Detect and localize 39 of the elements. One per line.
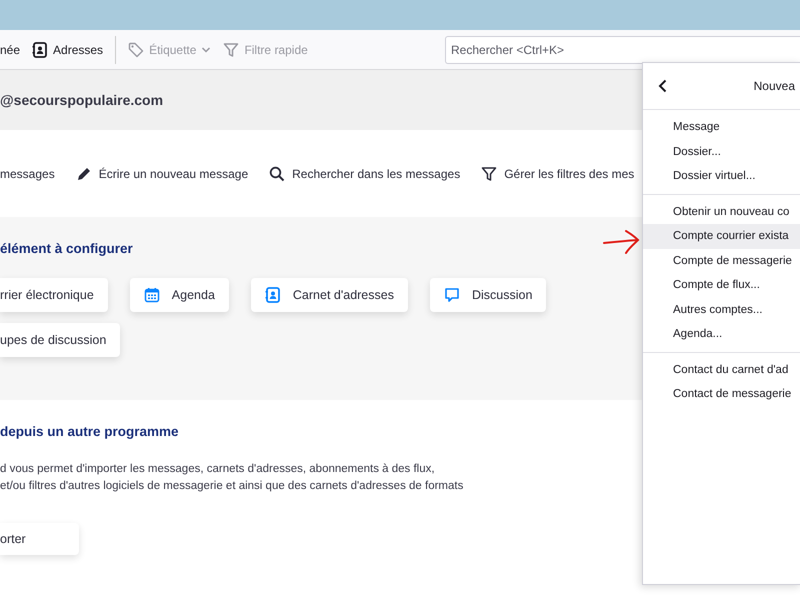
- hand-drawn-arrow-icon: [602, 228, 640, 256]
- menu-item[interactable]: Compte de messagerie: [643, 248, 800, 273]
- import-button[interactable]: orter: [0, 523, 79, 555]
- menu-item[interactable]: Message: [643, 115, 800, 140]
- menu-item[interactable]: Compte courrier exista: [643, 224, 800, 248]
- setup-card-button[interactable]: Agenda: [130, 278, 229, 312]
- filter-icon: [223, 42, 240, 58]
- menu-item[interactable]: Dossier...: [643, 140, 800, 164]
- pencil-icon: [76, 166, 92, 182]
- section-heading: depuis un autre programme: [0, 424, 179, 439]
- calendar-icon: [144, 287, 160, 303]
- search-field[interactable]: Rechercher <Ctrl+K>: [445, 36, 800, 64]
- import-description: d vous permet d'importer les messages, carnets d'adresses, abonnements à des flux, et/ou filtres d'autres logiciels de messagerie et ainsi que des carnets d'adresses de formats: [0, 462, 464, 494]
- setup-card-button[interactable]: upes de discussion: [0, 323, 120, 357]
- menu-item[interactable]: Autres comptes...: [643, 298, 800, 322]
- setup-card-button[interactable]: Carnet d'adresses: [250, 278, 408, 312]
- account-email: @secourspopulaire.com: [0, 92, 164, 108]
- menu-item[interactable]: Agenda...: [643, 322, 800, 346]
- menu-item[interactable]: Obtenir un nouveau co: [643, 200, 800, 224]
- tag-icon: [128, 42, 144, 58]
- chat-bubble-icon: [444, 287, 460, 303]
- filter-icon: [481, 166, 498, 182]
- toolbar-button[interactable]: Adresses: [26, 36, 110, 64]
- menu-item[interactable]: Dossier virtuel...: [643, 164, 800, 188]
- action-link[interactable]: Rechercher dans les messages: [269, 166, 460, 182]
- action-link[interactable]: Gérer les filtres des mes: [481, 166, 634, 182]
- menu-title: Nouvea: [754, 79, 795, 93]
- toolbar-button[interactable]: née: [0, 36, 26, 64]
- section-heading: élément à configurer: [0, 241, 133, 256]
- menu-item[interactable]: Contact du carnet d'ad: [643, 358, 800, 382]
- action-link[interactable]: Écrire un nouveau message: [76, 166, 248, 182]
- search-icon: [269, 166, 286, 182]
- address-book-icon: [264, 287, 281, 303]
- setup-card-button[interactable]: rrier électronique: [0, 278, 108, 312]
- address-book-icon: [32, 42, 48, 58]
- menu-item[interactable]: Compte de flux...: [643, 273, 800, 298]
- menu-item[interactable]: Contact de messagerie: [643, 382, 800, 406]
- action-link[interactable]: messages: [0, 166, 55, 180]
- setup-card-button[interactable]: Discussion: [430, 278, 546, 312]
